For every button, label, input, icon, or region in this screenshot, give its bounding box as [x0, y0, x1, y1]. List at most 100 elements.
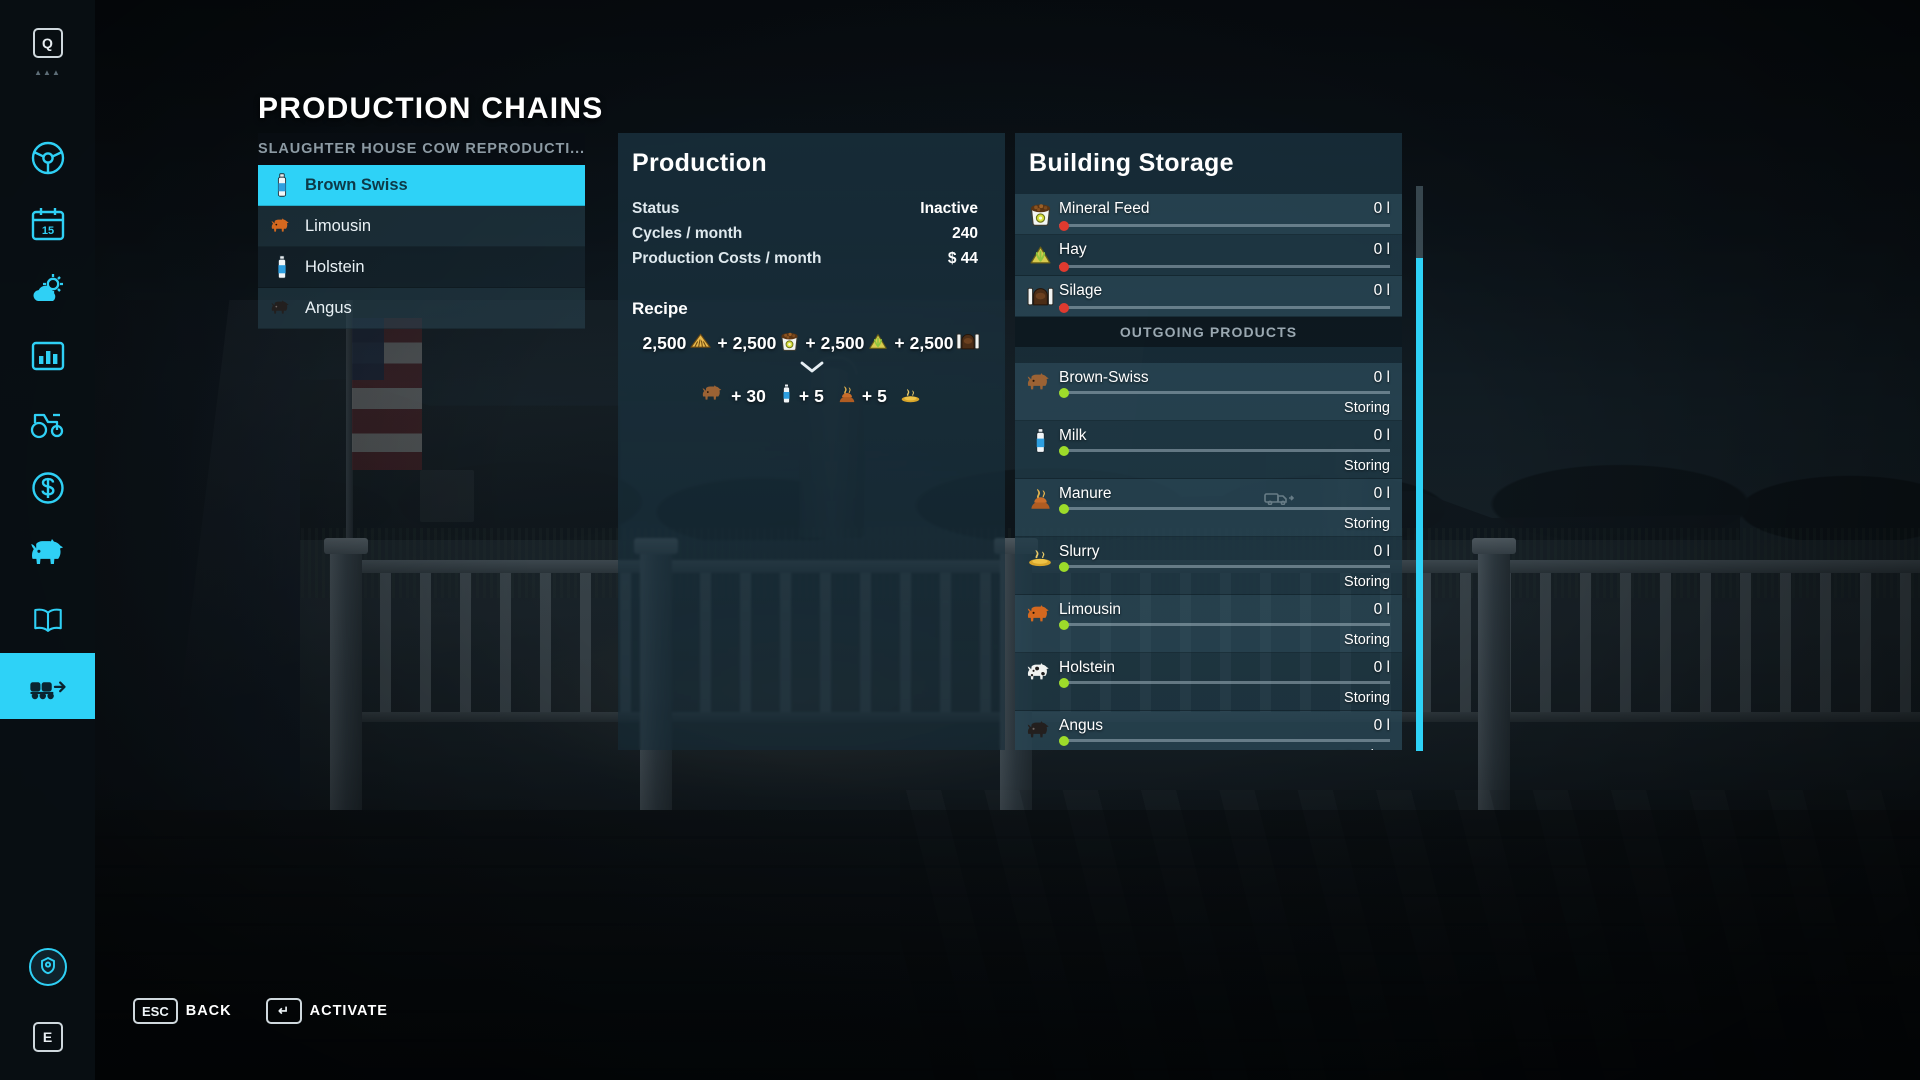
storage-item-name: Brown-Swiss: [1059, 369, 1149, 386]
stat-value: Inactive: [920, 200, 978, 217]
fill-indicator-dot: [1059, 445, 1069, 456]
storage-item-name: Holstein: [1059, 659, 1115, 676]
storage-row-mineral-feed[interactable]: Mineral Feed 0 l: [1015, 194, 1402, 235]
storage-fill-bar: [1059, 220, 1390, 231]
help-button[interactable]: [28, 948, 67, 986]
sidebar-item-calendar[interactable]: 15: [0, 191, 95, 257]
production-list-header: SLAUGHTER HOUSE COW REPRODUCTI...: [258, 133, 585, 165]
recipe-input-amount: 2,500: [642, 332, 687, 353]
fill-indicator-dot: [1059, 735, 1069, 746]
sidebar-item-vehicles[interactable]: [0, 125, 95, 191]
sidebar-item-statistics[interactable]: [0, 323, 95, 389]
plus-sign: +: [798, 385, 810, 406]
storage-item-amount: 0 l: [1373, 485, 1390, 502]
storage-row-milk[interactable]: Milk 0 l Storing: [1015, 421, 1402, 479]
storage-item-name: Milk: [1059, 427, 1087, 444]
milk-bottle-icon: [1025, 425, 1055, 455]
stat-value: 240: [952, 225, 978, 242]
hay-icon: [689, 332, 712, 355]
tractor-icon: [28, 402, 68, 442]
plus-sign: +: [861, 385, 873, 406]
cow-holstein-icon: [1025, 657, 1055, 687]
sidebar-item-animals[interactable]: [0, 521, 95, 587]
manure-icon: [837, 384, 857, 409]
storage-row-angus[interactable]: Angus 0 l Storing: [1015, 711, 1402, 750]
storage-row-brown-swiss[interactable]: Brown-Swiss 0 l Storing: [1015, 363, 1402, 421]
sidebar-item-weather[interactable]: [0, 257, 95, 323]
storage-item-name: Manure: [1059, 485, 1112, 502]
recipe-input-amount: 2,500: [820, 332, 865, 353]
calendar-icon: 15: [28, 204, 68, 244]
list-item-angus[interactable]: Angus: [258, 288, 585, 329]
weather-icon: [28, 270, 68, 310]
esc-key-badge[interactable]: ESC: [133, 998, 178, 1024]
animals-icon: [28, 534, 68, 574]
manure-icon: [1025, 483, 1055, 513]
slurry-icon: [900, 385, 921, 408]
expand-recipe-button[interactable]: [618, 360, 1005, 379]
stat-label: Status: [632, 200, 680, 217]
enter-key-badge[interactable]: ↵: [265, 998, 302, 1024]
storage-fill-bar: [1059, 503, 1390, 514]
cow-limousin-icon: [1025, 599, 1055, 629]
list-item-holstein[interactable]: Holstein: [258, 247, 585, 288]
storage-fill-bar: [1059, 445, 1390, 456]
list-item-limousin[interactable]: Limousin: [258, 206, 585, 247]
storage-item-amount: 0 l: [1373, 241, 1390, 258]
recipe-output-amount: 30: [746, 385, 766, 406]
milk-bottle-icon: [779, 383, 794, 409]
fill-indicator-dot: [1059, 619, 1069, 630]
storage-item-amount: 0 l: [1373, 659, 1390, 676]
storage-row-manure[interactable]: Manure 0 l Storing: [1015, 479, 1402, 537]
fill-indicator-dot: [1059, 561, 1069, 572]
storage-item-status: Storing: [1344, 748, 1390, 750]
storage-row-limousin[interactable]: Limousin 0 l Storing: [1015, 595, 1402, 653]
back-action[interactable]: ESC BACK: [133, 998, 232, 1024]
chevron-down-icon: [799, 360, 825, 379]
stat-row-status: Status Inactive: [632, 200, 978, 218]
list-item-brown-swiss[interactable]: Brown Swiss: [258, 165, 585, 206]
storage-item-name: Mineral Feed: [1059, 200, 1150, 217]
storage-item-status: Storing: [1344, 516, 1390, 532]
stat-label: Production Costs / month: [632, 250, 822, 267]
sidebar-item-machines[interactable]: [0, 389, 95, 455]
cow-limousin-icon: [271, 213, 293, 239]
list-item-label: Brown Swiss: [305, 175, 408, 194]
prev-tab-key-badge[interactable]: Q: [32, 28, 63, 58]
recipe-input-amount: 2,500: [732, 332, 777, 353]
storage-item-status: Storing: [1344, 690, 1390, 706]
mineral-feed-icon: [779, 330, 800, 356]
storage-output-list: Brown-Swiss 0 l Storing Milk 0 l Storing: [1015, 363, 1402, 750]
storage-row-hay[interactable]: Hay 0 l: [1015, 235, 1402, 276]
sidebar-item-production[interactable]: [0, 653, 95, 719]
production-detail-panel: Production Status Inactive Cycles / mont…: [618, 133, 1005, 750]
svg-text:15: 15: [41, 225, 53, 237]
storage-row-slurry[interactable]: Slurry 0 l Storing: [1015, 537, 1402, 595]
storage-scrollbar-thumb[interactable]: [1416, 258, 1423, 751]
fill-indicator-dot: [1059, 302, 1069, 313]
storage-fill-bar: [1059, 561, 1390, 572]
stat-row-costs: Production Costs / month $ 44: [632, 250, 978, 268]
activate-action[interactable]: ↵ ACTIVATE: [265, 998, 388, 1024]
storage-fill-bar: [1059, 619, 1390, 630]
plus-sign: +: [731, 385, 742, 406]
sidebar-item-contracts[interactable]: [0, 587, 95, 653]
storage-scrollbar[interactable]: [1416, 186, 1423, 751]
storage-fill-bar: [1059, 302, 1390, 313]
list-item-label: Holstein: [305, 257, 365, 276]
fill-indicator-dot: [1059, 220, 1069, 231]
production-icon: [28, 666, 68, 706]
next-tab-key-badge[interactable]: E: [32, 1022, 63, 1052]
prev-tab-hint: ▲▲▲: [34, 68, 61, 77]
storage-row-holstein[interactable]: Holstein 0 l Storing: [1015, 653, 1402, 711]
back-label: BACK: [185, 1003, 232, 1019]
silage-icon: [956, 331, 980, 355]
storage-row-silage[interactable]: Silage 0 l: [1015, 276, 1402, 317]
sidebar-item-finances[interactable]: [0, 455, 95, 521]
outgoing-products-header: OUTGOING PRODUCTS: [1015, 317, 1402, 347]
storage-item-name: Angus: [1059, 717, 1103, 734]
activate-label: ACTIVATE: [309, 1003, 388, 1019]
footer-hints: ESC BACK ↵ ACTIVATE: [133, 998, 406, 1024]
storage-fill-bar: [1059, 261, 1390, 272]
cow-brown-swiss-icon: [1025, 367, 1055, 397]
